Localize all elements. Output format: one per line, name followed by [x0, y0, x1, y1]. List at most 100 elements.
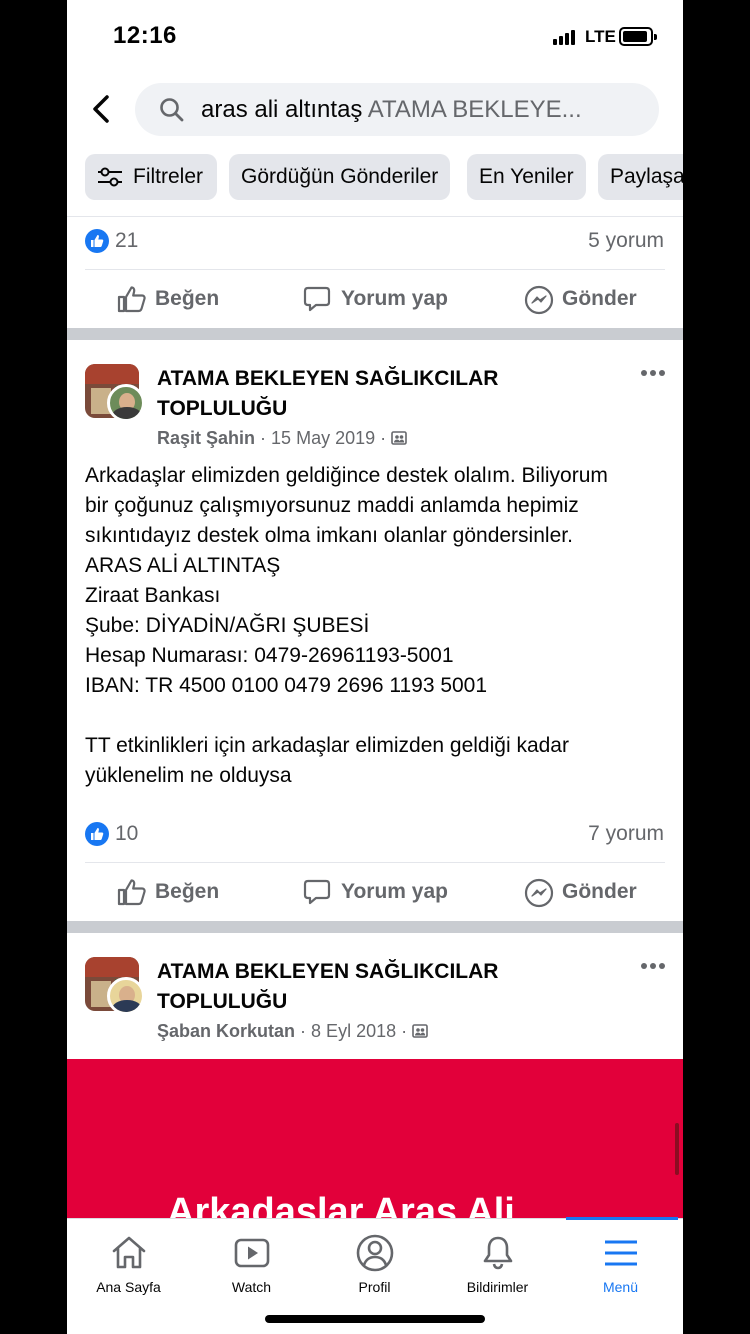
tab-home[interactable]: Ana Sayfa [67, 1219, 190, 1309]
tab-menu[interactable]: Menü [559, 1219, 682, 1309]
messenger-icon [524, 878, 554, 908]
profile-icon [356, 1234, 394, 1272]
post-text-line: Hesap Numarası: 0479-26961193-5001 [85, 644, 454, 667]
post-date[interactable]: 15 May 2019 [271, 428, 375, 448]
comment-label: Yorum yap [341, 287, 448, 310]
back-button[interactable] [89, 94, 115, 124]
group-name[interactable]: ATAMA BEKLEYEN SAĞLIKCILAR TOPLULUĞU [157, 957, 597, 1017]
signal-icon [553, 29, 579, 45]
chevron-left-icon [93, 95, 109, 123]
comment-count[interactable]: 5 yorum [588, 229, 664, 253]
post-header: ATAMA BEKLEYEN SAĞLIKCILAR TOPLULUĞU Şab… [67, 957, 683, 1047]
more-options-icon[interactable] [641, 370, 667, 378]
post-separator [67, 328, 683, 340]
send-button[interactable]: Gönder [524, 270, 654, 328]
group-privacy-icon [391, 431, 407, 445]
post-image[interactable]: Arkadaşlar Aras Ali [67, 1059, 683, 1218]
post-text-line: Ziraat Bankası [85, 584, 221, 607]
post-meta: Şaban Korkutan · 8 Eyl 2018 · [157, 1021, 428, 1042]
tab-profile[interactable]: Profil [313, 1219, 436, 1309]
tab-label: Profil [358, 1279, 391, 1295]
post-text-line: IBAN: TR 4500 0100 0479 2696 1193 5001 [85, 674, 488, 697]
post-actions: Beğen Yorum yap Gönder [67, 270, 683, 328]
filter-chips: Filtreler Gördüğün Gönderiler En Yeniler… [67, 154, 683, 200]
post-text-line: sıkıntıdayız destek olma imkanı olanlar … [85, 524, 573, 547]
author-avatar[interactable] [107, 977, 145, 1015]
post-text-line: Şube: DİYADİN/AĞRI ŞUBESİ [85, 614, 370, 637]
status-bar: 12:16 LTE [67, 0, 683, 72]
newest-chip[interactable]: En Yeniler [467, 154, 586, 200]
post-author[interactable]: Şaban Korkutan [157, 1021, 295, 1041]
post-text-line: bir çoğunuz çalışmıyorsunuz maddi anlamd… [85, 494, 579, 517]
like-count[interactable]: 10 [115, 822, 138, 846]
messenger-icon [524, 285, 554, 315]
group-name-line: TOPLULUĞU [157, 397, 288, 420]
post-text: Arkadaşlar elimizden geldiğince destek o… [85, 461, 665, 791]
group-name-line: ATAMA BEKLEYEN SAĞLIKCILAR [157, 960, 499, 983]
menu-icon [605, 1240, 637, 1266]
like-button[interactable]: Beğen [117, 270, 227, 328]
thumbs-up-icon [117, 286, 146, 313]
like-count[interactable]: 21 [115, 229, 138, 253]
scrollbar[interactable] [675, 1123, 679, 1175]
divider [67, 216, 683, 217]
post-header: ATAMA BEKLEYEN SAĞLIKCILAR TOPLULUĞU Raş… [67, 364, 683, 454]
post-text-line: yüklenelim ne olduysa [85, 764, 292, 787]
comment-label: Yorum yap [341, 880, 448, 903]
thumbs-up-icon [117, 879, 146, 906]
post-text-line: Arkadaşlar elimizden geldiğince destek o… [85, 464, 608, 487]
comment-icon [303, 286, 331, 312]
shared-chip[interactable]: Paylaşa [598, 154, 683, 200]
tab-label: Watch [231, 1279, 272, 1295]
like-reaction-icon [85, 229, 109, 253]
filters-chip[interactable]: Filtreler [85, 154, 217, 200]
post-image-text: Arkadaşlar Aras Ali [167, 1191, 515, 1218]
tab-label: Ana Sayfa [96, 1279, 161, 1295]
battery-icon [619, 27, 657, 46]
status-time: 12:16 [113, 22, 177, 49]
group-name-line: ATAMA BEKLEYEN SAĞLIKCILAR [157, 367, 499, 390]
filters-chip-label: Filtreler [133, 165, 204, 188]
post-actions: Beğen Yorum yap Gönder [67, 863, 683, 921]
search-header: aras ali altıntaş ATAMA BEKLEYE... [67, 72, 683, 144]
post-text-line: TT etkinlikleri için arkadaşlar elimizde… [85, 734, 569, 757]
seen-posts-chip[interactable]: Gördüğün Gönderiler [229, 154, 451, 200]
like-button[interactable]: Beğen [117, 863, 227, 921]
post-meta: Raşit Şahin · 15 May 2019 · [157, 428, 407, 449]
home-icon [112, 1236, 146, 1269]
send-label: Gönder [562, 287, 637, 310]
post-author[interactable]: Raşit Şahin [157, 428, 255, 448]
send-label: Gönder [562, 880, 637, 903]
tab-label: Bildirimler [466, 1279, 529, 1295]
home-indicator[interactable] [265, 1315, 485, 1323]
search-group-scope: ATAMA BEKLEYE... [367, 96, 582, 123]
more-options-icon[interactable] [641, 963, 667, 971]
post-reactions: 21 5 yorum [67, 221, 683, 261]
like-reaction-icon [85, 822, 109, 846]
search-input[interactable]: aras ali altıntaş ATAMA BEKLEYE... [135, 83, 659, 136]
network-label: LTE [585, 27, 616, 46]
like-label: Beğen [155, 880, 220, 903]
post-reactions: 10 7 yorum [67, 814, 683, 854]
search-query: aras ali altıntaş [201, 96, 363, 123]
group-privacy-icon [412, 1024, 428, 1038]
facebook-search-results-screen: 12:16 LTE aras ali altıntaş ATAMA BEKLEY… [67, 0, 683, 1334]
author-avatar[interactable] [107, 384, 145, 422]
post-text-line [85, 701, 665, 731]
like-label: Beğen [155, 287, 220, 310]
tab-watch[interactable]: Watch [190, 1219, 313, 1309]
comment-count[interactable]: 7 yorum [588, 822, 664, 846]
post-text-line: ARAS ALİ ALTINTAŞ [85, 554, 281, 577]
send-button[interactable]: Gönder [524, 863, 654, 921]
post-date[interactable]: 8 Eyl 2018 [311, 1021, 396, 1041]
bell-icon [483, 1236, 513, 1270]
group-name[interactable]: ATAMA BEKLEYEN SAĞLIKCILAR TOPLULUĞU [157, 364, 597, 424]
tab-label: Menü [602, 1279, 639, 1295]
comment-button[interactable]: Yorum yap [303, 270, 453, 328]
sliders-icon [98, 167, 122, 187]
post-separator [67, 921, 683, 933]
comment-icon [303, 879, 331, 905]
comment-button[interactable]: Yorum yap [303, 863, 453, 921]
tab-notifications[interactable]: Bildirimler [436, 1219, 559, 1309]
group-name-line: TOPLULUĞU [157, 990, 288, 1013]
